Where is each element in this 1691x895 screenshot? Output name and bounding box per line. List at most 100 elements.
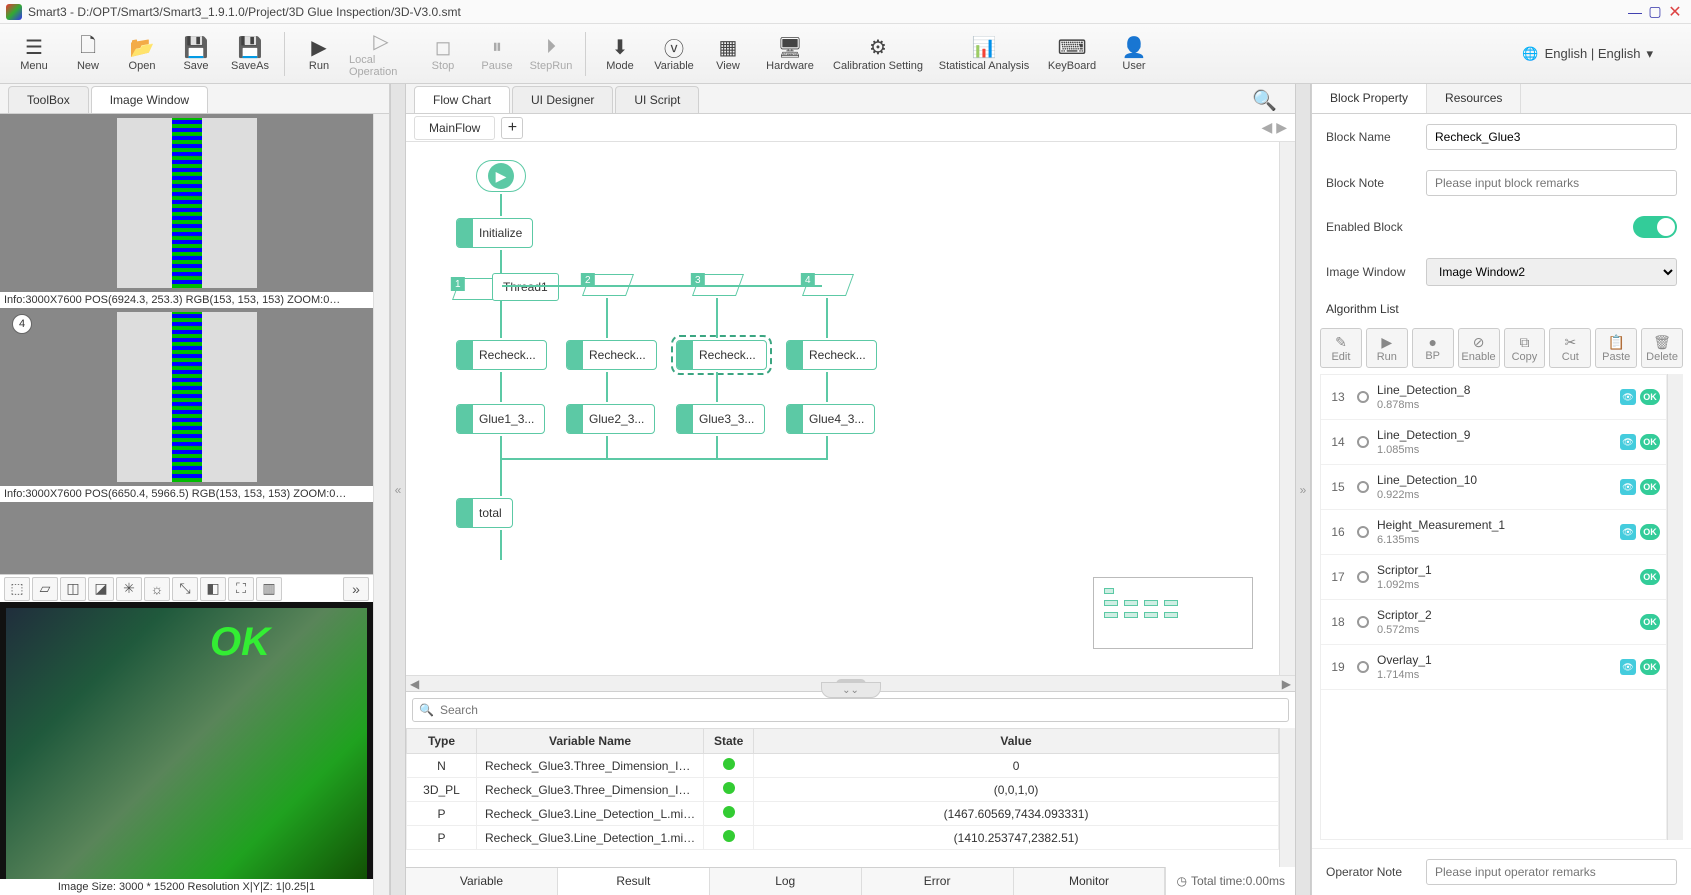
algorithm-item[interactable]: 15Line_Detection_100.922ms👁OK [1321,465,1666,510]
tab-image-window[interactable]: Image Window [91,86,208,113]
variable-button[interactable]: ⓥVariable [650,27,698,81]
th-value[interactable]: Value [754,729,1279,754]
menu-button[interactable]: ☰Menu [10,27,58,81]
alg-enable-button[interactable]: ⊘Enable [1458,328,1500,368]
node-glue-1[interactable]: Glue1_3... [456,404,545,434]
radio-icon[interactable] [1357,526,1369,538]
statistics-button[interactable]: 📊Statistical Analysis [934,27,1034,81]
node-glue-4[interactable]: Glue4_3... [786,404,875,434]
alg-run-button[interactable]: ▶Run [1366,328,1408,368]
table-row[interactable]: 3D_PLRecheck_Glue3.Three_Dimension_I…(0,… [407,778,1279,802]
alg-copy-button[interactable]: ⧉Copy [1504,328,1546,368]
td-select-icon[interactable]: ⬚ [4,577,30,601]
flowtab-mainflow[interactable]: MainFlow [414,116,495,140]
image-view-2[interactable]: 4 Info:3000X7600 POS(6650.4, 5966.5) RGB… [0,308,373,502]
pause-button[interactable]: ⏸Pause [473,27,521,81]
alg-edit-button[interactable]: ✎Edit [1320,328,1362,368]
node-recheck-1[interactable]: Recheck... [456,340,547,370]
td-layers-icon[interactable]: ◧ [200,577,226,601]
td-light-icon[interactable]: ☼ [144,577,170,601]
tab-ui-script[interactable]: UI Script [615,86,699,113]
radio-icon[interactable] [1357,571,1369,583]
algorithm-item[interactable]: 16Height_Measurement_16.135ms👁OK [1321,510,1666,555]
new-button[interactable]: 🗋New [64,27,112,81]
bottab-result[interactable]: Result [558,868,710,895]
bottab-variable[interactable]: Variable [406,868,558,895]
radio-icon[interactable] [1357,616,1369,628]
start-node[interactable]: ▶ [476,160,526,192]
table-vscroll[interactable] [1279,728,1295,867]
close-button[interactable]: ✕ [1665,2,1685,22]
node-glue-2[interactable]: Glue2_3... [566,404,655,434]
view-button[interactable]: ▦View [704,27,752,81]
open-button[interactable]: 📂Open [118,27,166,81]
algorithm-item[interactable]: 14Line_Detection_91.085ms👁OK [1321,420,1666,465]
th-name[interactable]: Variable Name [477,729,704,754]
node-glue-3[interactable]: Glue3_3... [676,404,765,434]
alg-vscroll[interactable] [1667,374,1683,840]
enabled-block-switch[interactable] [1633,216,1677,238]
block-note-input[interactable] [1426,170,1677,196]
td-grid-icon[interactable]: ▥ [256,577,282,601]
minimap[interactable] [1093,577,1253,649]
flow-prev-icon[interactable]: ◀ [1261,119,1272,136]
tab-ui-designer[interactable]: UI Designer [512,86,613,113]
node-initialize[interactable]: Initialize [456,218,533,248]
language-selector[interactable]: 🌐English | English▾ [1514,46,1681,62]
td-more-icon[interactable]: » [343,577,369,601]
saveas-button[interactable]: 💾SaveAs [226,27,274,81]
result-search[interactable]: 🔍 [412,698,1289,722]
keyboard-button[interactable]: ⌨KeyBoard [1040,27,1104,81]
radio-icon[interactable] [1357,391,1369,403]
bottab-monitor[interactable]: Monitor [1014,868,1166,895]
mode-button[interactable]: ⬇Mode [596,27,644,81]
canvas-vscroll[interactable] [1279,142,1295,675]
td-axis-icon[interactable]: ⤡ [172,577,198,601]
node-total[interactable]: total [456,498,513,528]
td-fit-icon[interactable]: ⛶ [228,577,254,601]
left-scrollbar[interactable] [373,114,389,895]
table-row[interactable]: NRecheck_Glue3.Three_Dimension_I…0 [407,754,1279,778]
run-button[interactable]: ▶Run [295,27,343,81]
th-type[interactable]: Type [407,729,477,754]
node-thread1[interactable]: Thread1 [468,272,569,302]
td-cube1-icon[interactable]: ▱ [32,577,58,601]
save-button[interactable]: 💾Save [172,27,220,81]
alg-paste-button[interactable]: 📋Paste [1595,328,1637,368]
radio-icon[interactable] [1357,436,1369,448]
td-cube2-icon[interactable]: ◫ [60,577,86,601]
maximize-button[interactable]: ▢ [1645,3,1665,20]
alg-delete-button[interactable]: 🗑Delete [1641,328,1683,368]
tab-resources[interactable]: Resources [1427,84,1521,113]
user-button[interactable]: 👤User [1110,27,1158,81]
stop-button[interactable]: ◻Stop [419,27,467,81]
steprun-button[interactable]: ⏵StepRun [527,27,575,81]
minimize-button[interactable]: — [1625,4,1645,20]
image-window-select[interactable]: Image Window2 [1426,258,1677,286]
th-state[interactable]: State [704,729,754,754]
node-recheck-3[interactable]: Recheck... [676,340,767,370]
algorithm-item[interactable]: 18Scriptor_20.572msOK [1321,600,1666,645]
node-recheck-2[interactable]: Recheck... [566,340,657,370]
algorithm-item[interactable]: 13Line_Detection_80.878ms👁OK [1321,375,1666,420]
add-flow-button[interactable]: + [501,117,523,139]
algorithm-item[interactable]: 19Overlay_11.714ms👁OK [1321,645,1666,690]
table-row[interactable]: PRecheck_Glue3.Line_Detection_L.mi…(1467… [407,802,1279,826]
calibration-button[interactable]: ⚙Calibration Setting [828,27,928,81]
tab-flowchart[interactable]: Flow Chart [414,86,510,113]
alg-bp-button[interactable]: ●BP [1412,328,1454,368]
search-input[interactable] [440,703,1282,717]
bottab-error[interactable]: Error [862,868,1014,895]
table-row[interactable]: PRecheck_Glue3.Line_Detection_1.mi…(1410… [407,826,1279,850]
collapse-handle[interactable]: ⌄⌄ [821,682,881,698]
block-name-input[interactable] [1426,124,1677,150]
local-operation-button[interactable]: ▷Local Operation [349,27,413,81]
flow-next-icon[interactable]: ▶ [1276,119,1287,136]
threed-view[interactable]: OK Image Size: 3000 * 15200 Resolution X… [0,602,373,895]
tab-block-property[interactable]: Block Property [1312,84,1427,113]
bottab-log[interactable]: Log [710,868,862,895]
td-cube3-icon[interactable]: ◪ [88,577,114,601]
hardware-button[interactable]: 🖥Hardware [758,27,822,81]
image-view-1[interactable]: Info:3000X7600 POS(6924.3, 253.3) RGB(15… [0,114,373,308]
radio-icon[interactable] [1357,661,1369,673]
